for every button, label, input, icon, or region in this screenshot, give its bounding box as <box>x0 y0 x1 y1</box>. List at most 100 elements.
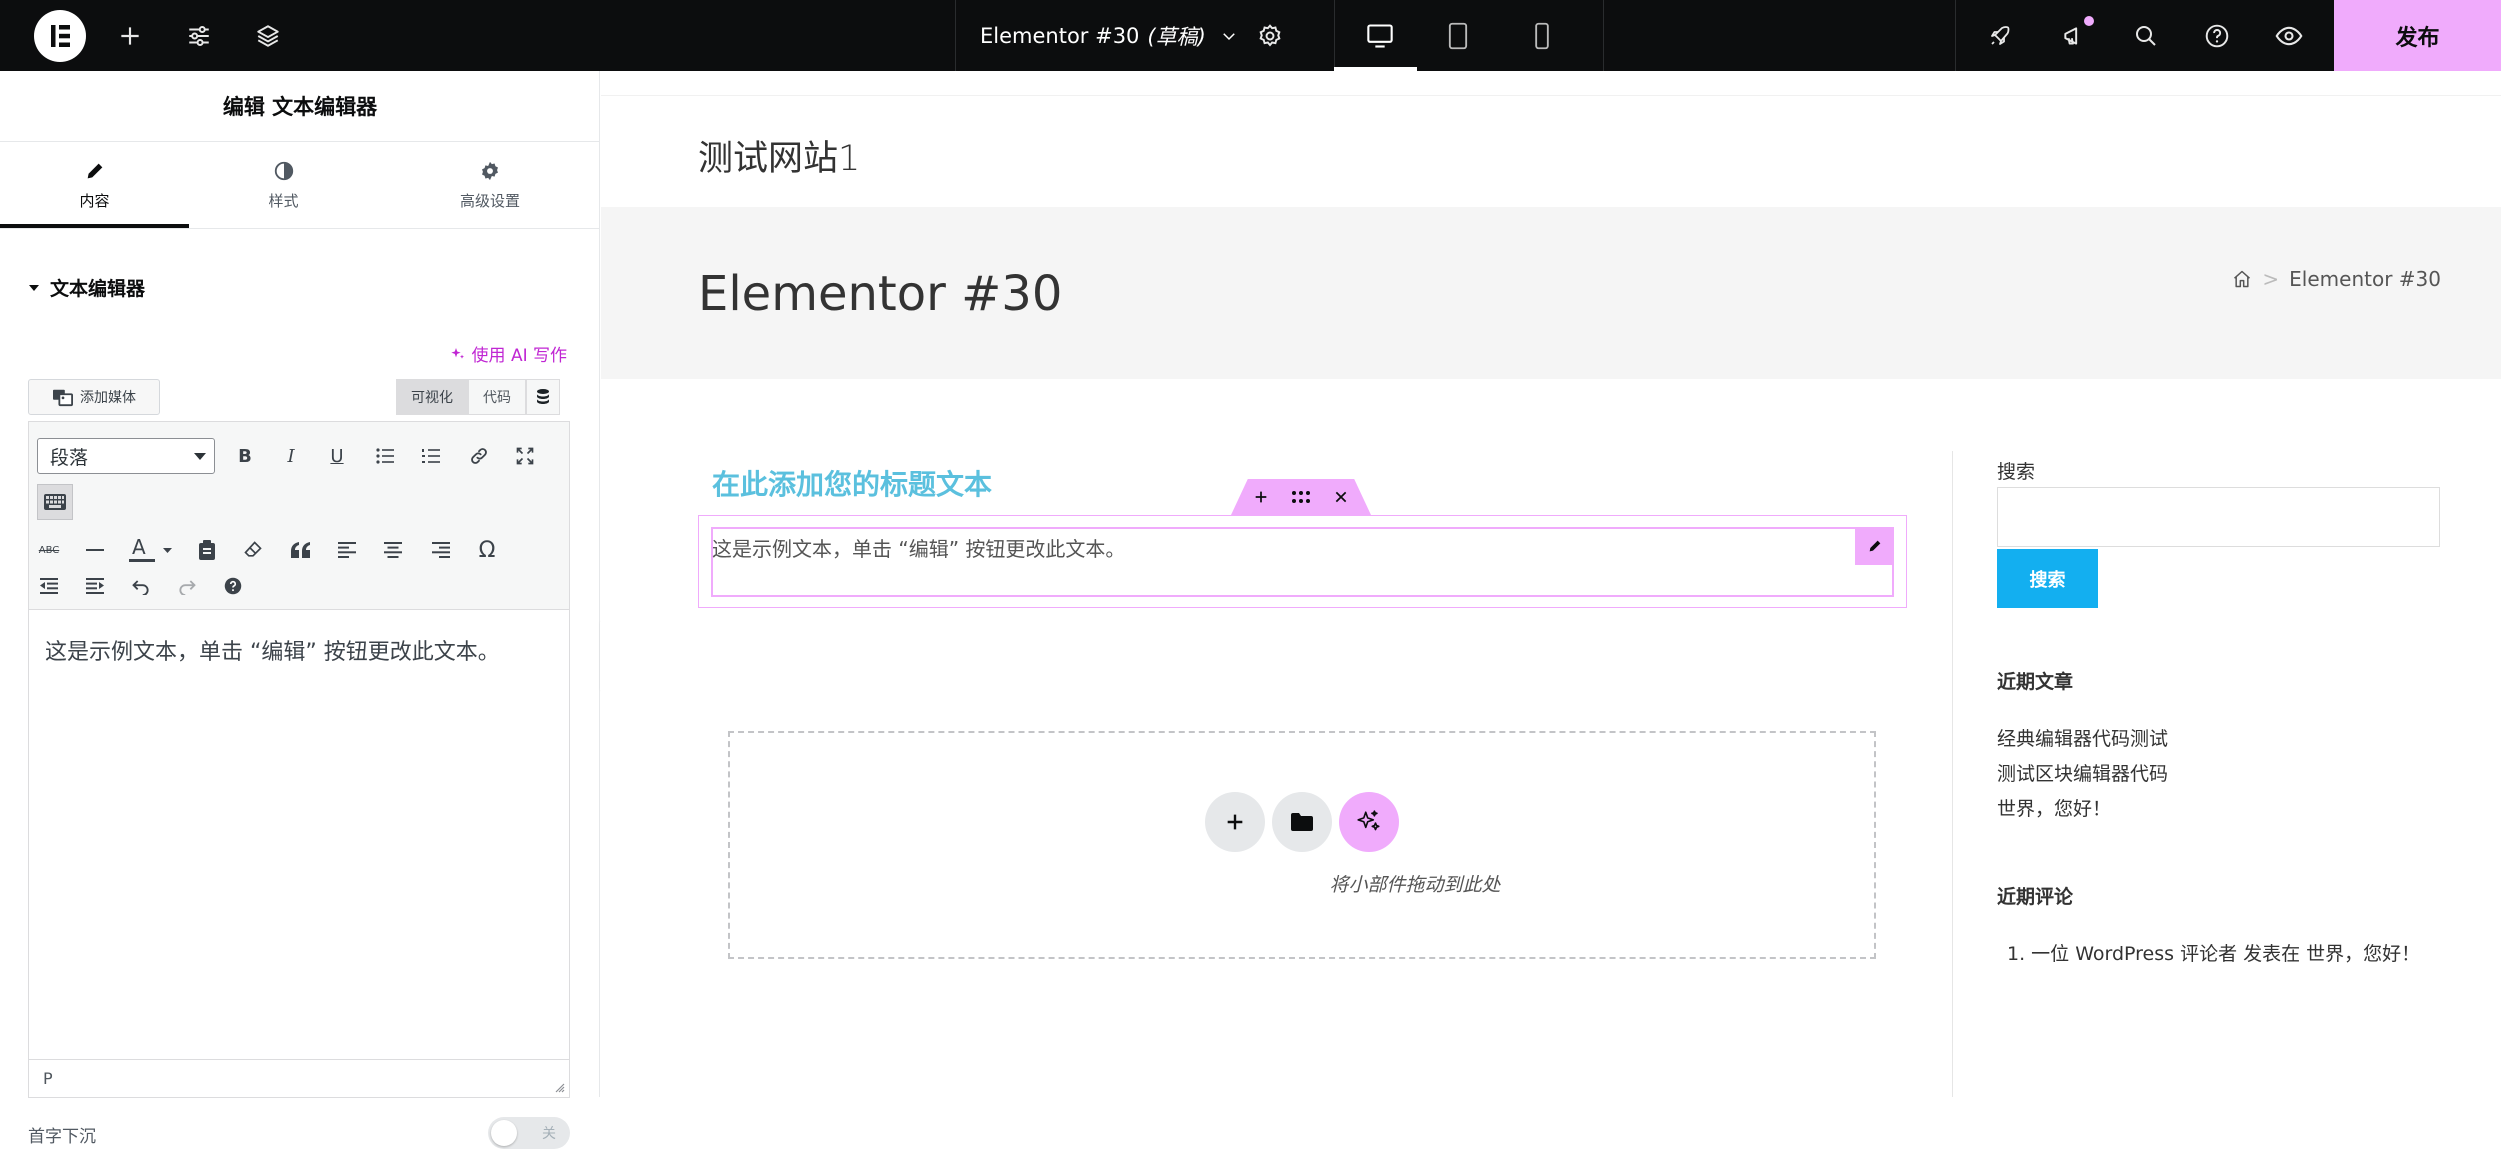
expand-icon <box>516 447 534 465</box>
plus-icon[interactable] <box>1253 489 1269 505</box>
bold-button[interactable]: B <box>227 438 263 474</box>
bullet-list-button[interactable] <box>367 438 403 474</box>
undo-button[interactable] <box>123 568 159 604</box>
tab-content[interactable]: 内容 <box>0 143 189 228</box>
mobile-icon <box>1535 22 1549 49</box>
align-left-icon <box>338 542 356 558</box>
visual-mode-tab[interactable]: 可视化 <box>396 379 468 415</box>
finder-button[interactable] <box>2116 0 2176 71</box>
edit-widget-button[interactable] <box>1855 527 1894 565</box>
svg-text:A: A <box>132 535 146 559</box>
chevron-down-icon <box>194 453 206 460</box>
redo-button[interactable] <box>169 568 205 604</box>
divider <box>955 0 956 71</box>
add-media-button[interactable]: 添加媒体 <box>28 379 160 415</box>
section-toggle[interactable]: 文本编辑器 <box>28 274 145 301</box>
drop-cap-toggle[interactable]: 关 <box>488 1117 570 1149</box>
italic-button[interactable]: I <box>273 438 309 474</box>
recent-post-link[interactable]: 测试区块编辑器代码 <box>1997 759 2168 786</box>
format-select-value: 段落 <box>50 446 89 469</box>
tab-style[interactable]: 样式 <box>189 143 378 228</box>
add-container-button[interactable] <box>1205 792 1265 852</box>
strikethrough-button[interactable]: ABC <box>31 532 67 568</box>
site-settings-button[interactable] <box>169 0 229 71</box>
sparkle-icon <box>450 347 464 359</box>
numbered-list-icon <box>422 449 440 463</box>
divider <box>1952 451 1953 1097</box>
breadcrumb-separator: > <box>2262 267 2280 291</box>
structure-button[interactable] <box>238 0 298 71</box>
tab-advanced-label: 高级设置 <box>459 192 520 210</box>
recent-comment-item[interactable]: 1. 一位 WordPress 评论者 发表在 世界，您好！ <box>2007 939 2420 966</box>
add-template-button[interactable] <box>1272 792 1332 852</box>
element-path[interactable]: P <box>43 1069 53 1088</box>
code-mode-tab[interactable]: 代码 <box>468 379 526 415</box>
editor-content[interactable]: 这是示例文本，单击 “编辑” 按钮更改此文本。 <box>45 634 500 666</box>
elementor-logo-icon <box>34 9 86 62</box>
search-button[interactable]: 搜索 <box>1997 549 2098 608</box>
underline-button[interactable]: U <box>319 438 355 474</box>
database-button[interactable] <box>526 379 560 415</box>
format-select[interactable]: 段落 <box>37 438 215 474</box>
widget-text[interactable]: 这是示例文本，单击 “编辑” 按钮更改此文本。 <box>712 533 1125 562</box>
numbered-list-button[interactable] <box>413 438 449 474</box>
rocket-icon <box>1991 25 2010 45</box>
indent-button[interactable] <box>77 568 113 604</box>
strikethrough-icon: ABC <box>38 544 60 556</box>
drop-zone-label: 将小部件拖动到此处 <box>1329 874 1501 896</box>
whats-new-button[interactable] <box>2044 0 2104 71</box>
text-color-button[interactable]: A <box>123 532 179 568</box>
keyboard-help-button[interactable] <box>215 568 251 604</box>
resize-handle-icon[interactable] <box>553 1081 565 1093</box>
help-button[interactable] <box>2187 0 2247 71</box>
tab-advanced[interactable]: 高级设置 <box>400 143 580 228</box>
bold-icon: B <box>238 445 252 467</box>
align-left-button[interactable] <box>329 532 365 568</box>
search-input[interactable] <box>1997 487 2440 547</box>
ai-build-button[interactable] <box>1339 792 1399 852</box>
document-title[interactable]: Elementor #30 (草稿) <box>980 0 1238 71</box>
recent-post-link[interactable]: 世界，您好！ <box>1997 794 2111 821</box>
publish-button[interactable]: 发布 <box>2334 0 2501 71</box>
ai-write-button[interactable]: 使用 AI 写作 <box>450 341 567 366</box>
outdent-button[interactable] <box>31 568 67 604</box>
sliders-icon <box>189 25 209 46</box>
italic-icon: I <box>287 445 295 467</box>
special-character-button[interactable]: Ω <box>469 532 505 568</box>
blockquote-button[interactable] <box>283 532 319 568</box>
fullscreen-button[interactable] <box>507 438 543 474</box>
mobile-view-button[interactable] <box>1512 0 1572 71</box>
outdent-icon <box>40 578 58 594</box>
paste-text-button[interactable] <box>189 532 225 568</box>
half-circle-icon <box>274 161 293 181</box>
link-icon <box>471 448 487 464</box>
site-title[interactable]: 测试网站1 <box>698 130 860 181</box>
recent-post-link[interactable]: 经典编辑器代码测试 <box>1997 724 2168 751</box>
heading-widget[interactable]: 在此添加您的标题文本 <box>712 463 992 503</box>
launchpad-button[interactable] <box>1970 0 2030 71</box>
drag-handle-icon[interactable] <box>1291 490 1311 504</box>
desktop-view-button[interactable] <box>1344 0 1416 71</box>
clear-format-button[interactable] <box>235 532 271 568</box>
link-button[interactable] <box>461 438 497 474</box>
horizontal-line-button[interactable] <box>77 532 113 568</box>
underline-icon: U <box>330 445 344 467</box>
add-element-button[interactable] <box>100 0 160 71</box>
home-icon[interactable] <box>2232 269 2252 289</box>
folder-icon <box>1291 813 1313 831</box>
media-icon <box>53 389 73 407</box>
align-right-button[interactable] <box>423 532 459 568</box>
elementor-logo-button[interactable] <box>30 0 90 71</box>
page-settings-button[interactable] <box>1240 0 1300 71</box>
align-center-button[interactable] <box>375 532 411 568</box>
close-icon[interactable] <box>1333 489 1349 505</box>
align-center-icon <box>384 542 402 558</box>
preview-button[interactable] <box>2259 0 2319 71</box>
help-icon <box>224 577 242 595</box>
ai-write-label: 使用 AI 写作 <box>471 346 567 366</box>
tablet-view-button[interactable] <box>1428 0 1488 71</box>
plus-icon <box>1227 814 1243 830</box>
tab-content-label: 内容 <box>79 192 110 210</box>
toolbar-toggle-button[interactable] <box>37 484 73 520</box>
divider <box>601 95 2501 96</box>
